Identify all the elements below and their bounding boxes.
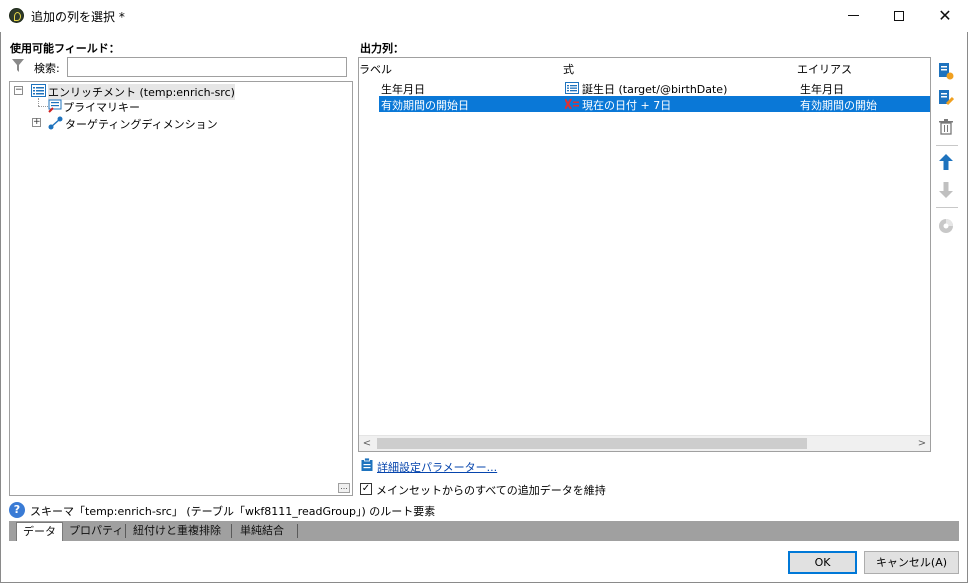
cell-expression: 現在の日付 + 7日 [582, 99, 672, 112]
add-column-icon [939, 63, 954, 80]
tab-reconciliation[interactable]: 紐付けと重複排除 [127, 522, 227, 541]
tab-simple-join[interactable]: 単純結合 [234, 522, 290, 541]
close-button[interactable]: ✕ [922, 0, 968, 31]
edit-column-icon [939, 90, 954, 106]
tree-connector [38, 98, 39, 106]
cell-label: 有効期間の開始日 [381, 99, 469, 112]
scroll-right-icon[interactable]: > [914, 436, 930, 452]
primary-key-icon [48, 99, 62, 113]
cell-alias: 有効期間の開始 [800, 99, 877, 112]
move-up-button[interactable] [936, 152, 956, 172]
scrollbar-thumb[interactable] [377, 438, 807, 449]
minimize-icon [847, 15, 859, 16]
available-fields-label: 使用可能フィールド： [10, 42, 120, 55]
field-tree[interactable]: − エンリッチメント (temp:enrich-src) プライマリキー + タ… [9, 81, 353, 496]
link-dimension-icon [48, 116, 63, 130]
toolbar-separator [936, 207, 958, 208]
column-header-label[interactable]: ラベル [359, 61, 392, 77]
tree-item-label: プライマリキー [63, 101, 140, 114]
help-icon: ? [9, 502, 25, 518]
window-title: 追加の列を選択 * [31, 10, 125, 24]
arrow-down-icon [939, 182, 953, 198]
keep-additional-data-checkbox[interactable]: ✓ [360, 483, 372, 495]
maximize-icon [894, 10, 904, 21]
tab-bar: データ プロパティ 紐付けと重複排除 単純結合 [9, 521, 959, 541]
search-label: 検索: [34, 62, 60, 75]
cell-expression: 誕生日 (target/@birthDate) [582, 83, 728, 96]
title-bar: 追加の列を選択 * ✕ [0, 0, 968, 32]
search-input[interactable] [67, 57, 347, 77]
tree-item-label: エンリッチメント (temp:enrich-src) [48, 84, 235, 100]
field-list-icon [565, 82, 579, 94]
tab-separator [125, 524, 126, 538]
delete-button[interactable] [936, 117, 956, 137]
output-columns-grid[interactable]: ラベル 式 エイリアス 生年月日 誕生日 (target/@birthDate)… [358, 57, 931, 452]
column-header-alias[interactable]: エイリアス [797, 61, 852, 77]
tree-item-label: ターゲティングディメンション [65, 118, 218, 131]
cell-label: 生年月日 [381, 83, 425, 96]
cancel-button[interactable]: キャンセル(A) [864, 551, 959, 574]
toolbar-separator [936, 145, 958, 146]
more-options-button[interactable]: ... [338, 483, 350, 493]
pie-chart-icon [939, 219, 953, 233]
minimize-button[interactable] [830, 0, 876, 31]
clipboard-icon [361, 458, 373, 471]
table-row[interactable]: 生年月日 誕生日 (target/@birthDate) 生年月日 [379, 80, 930, 96]
tab-separator [231, 524, 232, 538]
arrow-up-icon [939, 154, 953, 170]
keep-additional-data-label: メインセットからのすべての追加データを維持 [376, 484, 606, 497]
trash-icon [939, 119, 953, 135]
ok-button[interactable]: OK [788, 551, 857, 574]
tab-separator [297, 524, 298, 538]
table-row-selected[interactable]: 有効期間の開始日 現在の日付 + 7日 有効期間の開始 [379, 96, 930, 112]
table-list-icon [31, 84, 46, 97]
cell-alias: 生年月日 [800, 83, 844, 96]
distribution-button[interactable] [936, 216, 956, 236]
column-header-expression[interactable]: 式 [563, 61, 574, 77]
advanced-parameters-link[interactable]: 詳細設定パラメーター... [377, 459, 497, 475]
output-columns-label: 出力列： [360, 42, 404, 55]
filter-icon [12, 59, 24, 72]
tab-data[interactable]: データ [16, 522, 63, 541]
scroll-left-icon[interactable]: < [359, 436, 375, 452]
add-column-button[interactable] [936, 61, 956, 81]
app-icon [9, 8, 24, 23]
formula-icon [565, 99, 579, 109]
horizontal-scrollbar[interactable]: < > [359, 435, 930, 451]
collapse-icon[interactable]: − [14, 86, 23, 95]
maximize-button[interactable] [876, 0, 922, 31]
status-text: スキーマ「temp:enrich-src」 (テーブル「wkf8111_read… [30, 505, 436, 518]
move-down-button[interactable] [936, 180, 956, 200]
tree-connector [38, 106, 48, 107]
tab-properties[interactable]: プロパティ [63, 522, 129, 541]
close-icon: ✕ [938, 6, 952, 25]
expand-icon[interactable]: + [32, 118, 41, 127]
edit-column-button[interactable] [936, 88, 956, 108]
